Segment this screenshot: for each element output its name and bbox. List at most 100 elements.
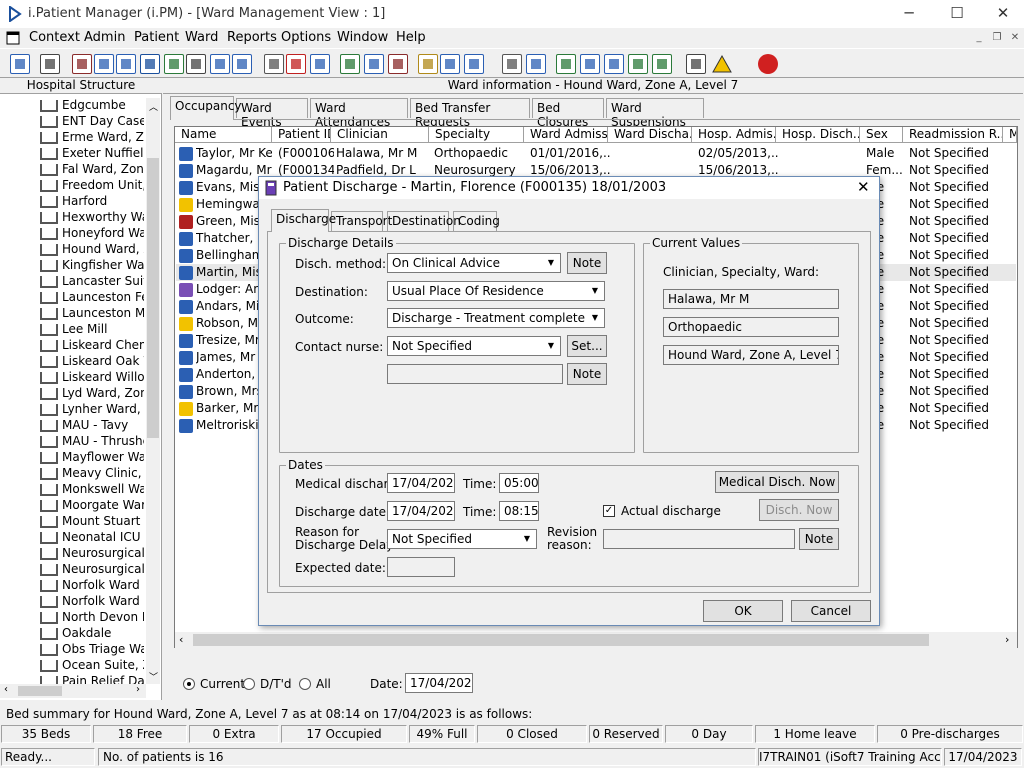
column-header-hosp-admission[interactable]: Hosp. Admis... xyxy=(692,127,776,143)
tree-item[interactable]: Liskeard Willow V xyxy=(40,370,144,386)
dropdown-arrow-icon[interactable]: ▼ xyxy=(519,531,535,547)
column-header-me[interactable]: Me xyxy=(1003,127,1017,143)
column-header-hosp-discharge[interactable]: Hosp. Disch... xyxy=(776,127,860,143)
patient-icon[interactable] xyxy=(10,54,30,74)
discharge-time-field[interactable]: 08:15 xyxy=(499,501,539,521)
transfer-icon[interactable] xyxy=(116,54,136,74)
tree-item[interactable]: Monkswell Ward, xyxy=(40,482,144,498)
exit-icon[interactable] xyxy=(758,54,778,74)
table-row[interactable]: Taylor, Mr Kel... (F000106)Halawa, Mr M Or… xyxy=(176,145,1016,162)
checklist-icon[interactable] xyxy=(580,54,600,74)
menu-window[interactable]: Window xyxy=(337,30,388,45)
nurse-note-button[interactable]: Note xyxy=(567,363,607,385)
menu-reports[interactable]: Reports xyxy=(227,30,277,45)
mdi-minimize-button[interactable]: _ xyxy=(972,32,986,44)
maximize-button[interactable]: ☐ xyxy=(934,2,980,26)
current-radio[interactable] xyxy=(183,678,195,690)
scroll-down-icon[interactable]: ﹀ xyxy=(149,670,158,683)
tree-item[interactable]: Launceston Fema xyxy=(40,290,144,306)
tree-item[interactable]: North Devon Dist xyxy=(40,610,144,626)
tree-item[interactable]: Fal Ward, Zone E xyxy=(40,162,144,178)
scroll-left-icon[interactable]: ‹ xyxy=(4,684,8,695)
discharge-date-field[interactable]: 17/04/2023 xyxy=(387,501,455,521)
minimize-button[interactable]: ─ xyxy=(886,2,932,26)
tree-item[interactable]: Hexworthy Ward, xyxy=(40,210,144,226)
mdi-restore-button[interactable]: ❐ xyxy=(990,32,1004,44)
tree-item[interactable]: Hound Ward, Zor xyxy=(40,242,144,258)
tree-horizontal-scrollbar[interactable]: ‹ › xyxy=(0,684,146,698)
tab-occupancy[interactable]: Occupancy xyxy=(170,96,242,120)
close-button[interactable]: ✕ xyxy=(980,2,1024,26)
disch-method-select[interactable]: On Clinical Advice ▼ xyxy=(387,253,561,273)
column-header-sex[interactable]: Sex xyxy=(860,127,903,143)
column-header-ward-admission[interactable]: Ward Admiss... xyxy=(524,127,608,143)
tree-item[interactable]: Edgcumbe xyxy=(40,98,144,114)
menu-options[interactable]: Options xyxy=(281,30,331,45)
print-icon[interactable] xyxy=(40,54,60,74)
column-header-clinician[interactable]: Clinician xyxy=(331,127,429,143)
list-icon[interactable] xyxy=(310,54,330,74)
dropdown-arrow-icon[interactable]: ▼ xyxy=(587,310,603,326)
tree-item[interactable]: Mount Stuart Hos xyxy=(40,514,144,530)
bed-icon[interactable] xyxy=(210,54,230,74)
tree-item[interactable]: Lynher Ward, Zor xyxy=(40,402,144,418)
tree-item[interactable]: Honeyford Ward, xyxy=(40,226,144,242)
dialog-tab-transport[interactable]: Transport xyxy=(331,211,392,231)
warning-icon[interactable] xyxy=(712,54,732,74)
tree-item[interactable]: Freedom Unit, Zo xyxy=(40,178,144,194)
tab-ward-suspensions[interactable]: Ward Suspensions xyxy=(606,98,704,129)
column-header-readmission[interactable]: Readmission R... xyxy=(903,127,1003,143)
dialog-tab-coding[interactable]: Coding xyxy=(453,211,500,231)
tree-item[interactable]: Meavy Clinic, Zor xyxy=(40,466,144,482)
tree-item[interactable]: Moorgate Ward, Z xyxy=(40,498,144,514)
tree-item[interactable]: Oakdale xyxy=(40,626,144,642)
scroll-left-icon[interactable]: ‹ xyxy=(179,633,183,646)
column-header-patient-id[interactable]: Patient ID xyxy=(272,127,331,143)
reason-delay-select[interactable]: Not Specified ▼ xyxy=(387,529,537,549)
tree-item[interactable]: Ocean Suite, Zor xyxy=(40,658,144,674)
chart-icon[interactable] xyxy=(526,54,546,74)
tree-item[interactable]: MAU - Tavy xyxy=(40,418,144,434)
menu-admin[interactable]: Admin xyxy=(84,30,125,45)
person-icon[interactable] xyxy=(164,54,184,74)
tree-item[interactable]: Liskeard Chemo D xyxy=(40,338,144,354)
tab-bed-closures[interactable]: Bed Closures xyxy=(532,98,604,129)
tree-item[interactable]: MAU - Thrushel xyxy=(40,434,144,450)
ok-button[interactable]: OK xyxy=(703,600,783,622)
column-header-ward-discharge[interactable]: Ward Discha... xyxy=(608,127,692,143)
tree-item[interactable]: Kingfisher Ward xyxy=(40,258,144,274)
dtd-radio[interactable] xyxy=(243,678,255,690)
tree-item[interactable]: Lancaster Suite, Z xyxy=(40,274,144,290)
dropdown-arrow-icon[interactable]: ▼ xyxy=(543,255,559,271)
method-note-button[interactable]: Note xyxy=(567,252,607,274)
date-field[interactable]: 17/04/2023 xyxy=(405,673,473,693)
medical-discharge-date[interactable]: 17/04/2023 xyxy=(387,473,455,493)
mdi-close-button[interactable]: ✕ xyxy=(1008,32,1022,44)
tree-item[interactable]: Lyd Ward, Zone I xyxy=(40,386,144,402)
tree-item[interactable]: Neurosurgical Hig xyxy=(40,546,144,562)
tree-item[interactable]: Launceston Male xyxy=(40,306,144,322)
disconnect-icon[interactable] xyxy=(264,54,284,74)
stretcher-icon[interactable] xyxy=(232,54,252,74)
dropdown-arrow-icon[interactable]: ▼ xyxy=(587,283,603,299)
export-icon[interactable] xyxy=(628,54,648,74)
cancel-button[interactable]: Cancel xyxy=(791,600,871,622)
medical-disch-now-button[interactable]: Medical Disch. Now xyxy=(715,471,839,493)
menu-patient[interactable]: Patient xyxy=(134,30,179,45)
admission-icon[interactable] xyxy=(72,54,92,74)
document-menu-icon[interactable] xyxy=(6,31,20,45)
dialog-tab-discharge[interactable]: Discharge xyxy=(271,209,336,232)
table-horizontal-scrollbar[interactable]: ‹ › xyxy=(175,632,1017,648)
revision-note-button[interactable]: Note xyxy=(799,528,839,550)
scrollbar-thumb[interactable] xyxy=(193,634,929,646)
edit-icon[interactable] xyxy=(604,54,624,74)
dialog-tab-destination[interactable]: Destination xyxy=(387,211,461,231)
tree-item[interactable]: Erme Ward, Zone xyxy=(40,130,144,146)
tree-item[interactable]: Lee Mill xyxy=(40,322,144,338)
all-radio[interactable] xyxy=(299,678,311,690)
outcome-select[interactable]: Discharge - Treatment complete ▼ xyxy=(387,308,605,328)
tab-ward-attendances[interactable]: Ward Attendances xyxy=(310,98,408,129)
gauge-icon[interactable] xyxy=(388,54,408,74)
scrollbar-thumb[interactable] xyxy=(18,686,62,696)
set-nurse-button[interactable]: Set... xyxy=(567,335,607,357)
